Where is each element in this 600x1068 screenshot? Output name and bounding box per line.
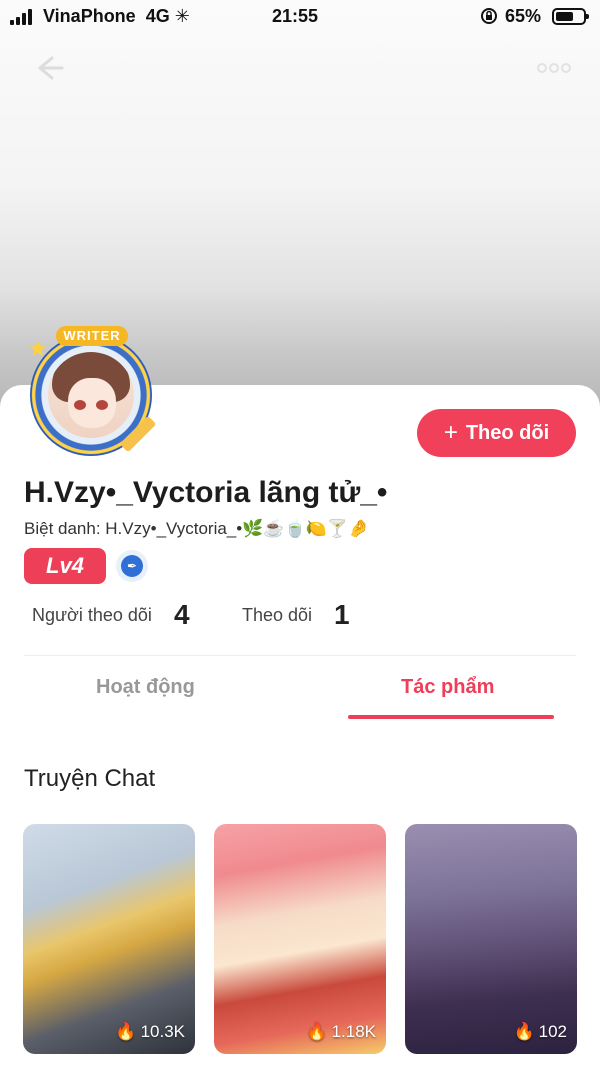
view-count: 🔥 10.3K	[115, 1022, 185, 1041]
clock: 21:55	[272, 6, 319, 26]
status-bar: VinaPhone 4G ✳ 21:55 65%	[0, 0, 600, 34]
followers-label[interactable]: Người theo dõi	[32, 605, 152, 626]
avatar[interactable]: WRITER ★	[28, 326, 157, 456]
story-card[interactable]: 🔥 1.18K	[214, 824, 386, 1054]
fire-icon: 🔥	[306, 1022, 328, 1041]
story-card[interactable]: 🔥 10.3K	[23, 824, 195, 1054]
following-label[interactable]: Theo dõi	[242, 605, 312, 626]
plus-icon: +	[443, 419, 458, 446]
profile-name: H.Vzy•_Vyctoria lãng tử_•	[24, 476, 388, 509]
star-icon: ★	[28, 336, 48, 361]
profile-nickname: Biệt danh: H.Vzy•_Vyctoria_•🌿☕🍵🍋🍸🤌	[24, 519, 370, 538]
view-count: 🔥 102	[513, 1022, 567, 1041]
more-dots-icon[interactable]	[536, 60, 572, 76]
divider	[24, 655, 576, 656]
tab-works[interactable]: Tác phẩm	[401, 676, 494, 699]
fire-icon: 🔥	[513, 1022, 535, 1041]
battery-percent: 65%	[505, 6, 542, 26]
rotation-lock-icon	[481, 8, 497, 24]
follow-button[interactable]: + Theo dõi	[417, 409, 576, 457]
tab-activity[interactable]: Hoạt động	[96, 676, 195, 699]
section-title: Truyện Chat	[24, 765, 156, 792]
battery-icon	[552, 8, 589, 25]
level-badge[interactable]: Lv4	[24, 548, 106, 584]
writer-badge: WRITER	[56, 326, 128, 346]
carrier-name: VinaPhone 4G ✳	[43, 6, 190, 26]
loading-icon: ✳	[174, 6, 190, 26]
active-tab-indicator	[348, 715, 554, 719]
signal-icon	[10, 9, 36, 25]
follow-button-label: Theo dõi	[465, 421, 550, 444]
story-card[interactable]: 🔥 102	[405, 824, 577, 1054]
verified-writer-icon[interactable]: ✒	[116, 550, 148, 582]
view-count: 🔥 1.18K	[306, 1022, 376, 1041]
back-arrow-icon[interactable]	[30, 50, 66, 86]
fire-icon: 🔥	[115, 1022, 137, 1041]
avatar-image	[48, 352, 134, 438]
following-count[interactable]: 1	[334, 599, 350, 631]
followers-count[interactable]: 4	[174, 599, 190, 631]
